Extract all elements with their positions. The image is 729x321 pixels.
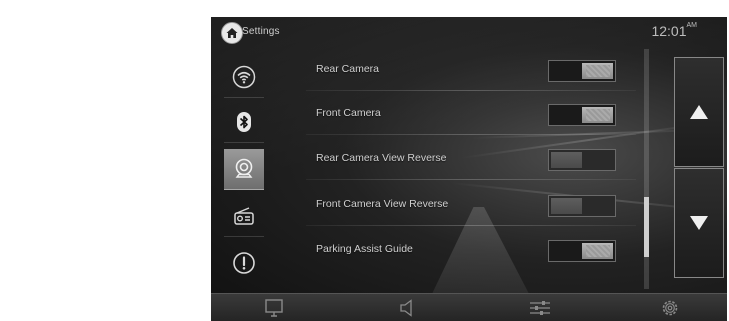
gear-icon xyxy=(662,300,678,316)
exclamation-icon xyxy=(233,252,255,274)
radio-icon xyxy=(234,207,254,225)
setting-label: Front Camera View Reverse xyxy=(316,198,449,210)
bottom-nav-bar xyxy=(211,293,727,321)
row-divider xyxy=(306,134,636,135)
camera-icon xyxy=(235,158,253,178)
setting-label: Rear Camera xyxy=(316,63,380,75)
setting-label: Rear Camera View Reverse xyxy=(316,152,447,164)
header: Settings 12:01AM xyxy=(211,17,727,47)
setting-label: Parking Assist Guide xyxy=(316,243,413,255)
up-arrow-icon xyxy=(690,105,708,119)
sidebar-item-info[interactable] xyxy=(224,243,264,283)
setting-row-rear-camera-view-reverse: Rear Camera View Reverse xyxy=(296,140,636,180)
bottom-item-settings[interactable] xyxy=(659,298,681,318)
sidebar-item-radio[interactable] xyxy=(224,196,264,237)
setting-row-rear-camera: Rear Camera xyxy=(296,51,636,91)
setting-label: Front Camera xyxy=(316,107,381,119)
scrollbar[interactable] xyxy=(644,49,649,289)
toggle-parking-assist-guide[interactable] xyxy=(548,240,616,262)
toggle-knob xyxy=(551,152,582,168)
bottom-item-audio[interactable] xyxy=(396,298,418,318)
sliders-icon xyxy=(530,301,550,315)
setting-row-front-camera: Front Camera xyxy=(296,95,636,135)
row-divider xyxy=(306,179,636,180)
toggle-knob xyxy=(582,243,613,259)
row-divider xyxy=(306,225,636,226)
bottom-item-display[interactable] xyxy=(263,298,285,318)
setting-row-front-camera-view-reverse: Front Camera View Reverse xyxy=(296,186,636,226)
sidebar-item-bluetooth[interactable] xyxy=(224,102,264,143)
row-divider xyxy=(306,90,636,91)
setting-row-parking-assist-guide: Parking Assist Guide xyxy=(296,231,636,271)
toggle-knob xyxy=(582,63,613,79)
bluetooth-icon xyxy=(237,112,251,132)
clock-ampm: AM xyxy=(686,22,698,29)
head-unit-screen: Settings 12:01AM Rear Camera Front Camer… xyxy=(211,17,727,321)
bottom-item-equalizer[interactable] xyxy=(529,298,551,318)
sidebar-item-camera[interactable] xyxy=(224,149,264,190)
toggle-front-camera[interactable] xyxy=(548,104,616,126)
toggle-rear-camera-view-reverse[interactable] xyxy=(548,149,616,171)
scroll-down-button[interactable] xyxy=(674,168,724,278)
down-arrow-icon xyxy=(690,216,708,230)
monitor-icon xyxy=(265,299,283,317)
scroll-up-button[interactable] xyxy=(674,57,724,167)
home-icon xyxy=(226,28,238,38)
sidebar xyxy=(224,57,264,285)
clock-time: 12:01 xyxy=(651,23,687,39)
sidebar-item-wifi[interactable] xyxy=(224,57,264,98)
wifi-icon xyxy=(232,65,256,89)
speaker-icon xyxy=(400,299,412,317)
scrollbar-thumb[interactable] xyxy=(644,197,649,257)
clock: 12:01AM xyxy=(651,22,698,39)
toggle-knob xyxy=(551,198,582,214)
toggle-rear-camera[interactable] xyxy=(548,60,616,82)
page-title: Settings xyxy=(242,26,280,37)
home-button[interactable] xyxy=(221,22,243,44)
toggle-front-camera-view-reverse[interactable] xyxy=(548,195,616,217)
toggle-knob xyxy=(582,107,613,123)
